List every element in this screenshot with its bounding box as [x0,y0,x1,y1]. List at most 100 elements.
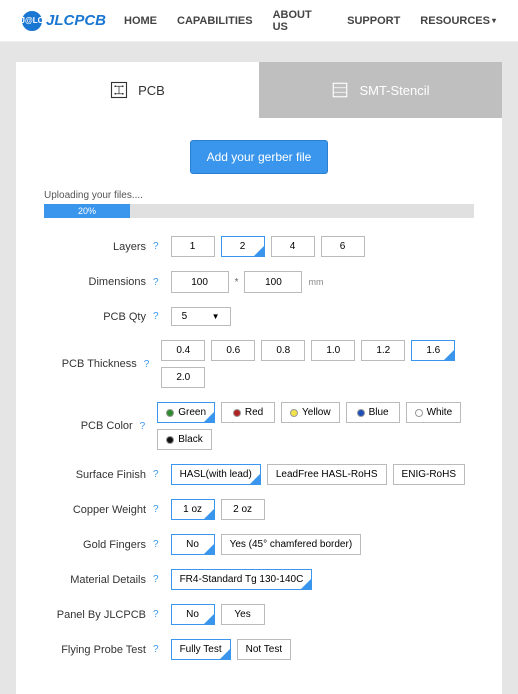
row-material: Material Details ? FR4-Standard Tg 130-1… [44,569,474,590]
option[interactable]: 1.6 [411,340,455,361]
tab-stencil[interactable]: SMT-Stencil [259,62,502,118]
copper-options: 1 oz 2 oz [171,499,265,520]
order-panel: PCB SMT-Stencil Add your gerber file Upl… [16,62,502,694]
row-copper: Copper Weight ? 1 oz 2 oz [44,499,474,520]
row-color: PCB Color ? GreenRedYellowBlueWhiteBlack [44,402,474,450]
help-icon[interactable]: ? [153,469,159,480]
upload-progress: Uploading your files.... 20% [44,190,474,218]
tab-pcb-label: PCB [138,83,165,98]
help-icon[interactable]: ? [140,421,146,432]
label-surface: Surface Finish [44,469,150,481]
add-gerber-button[interactable]: Add your gerber file [190,140,329,174]
option[interactable]: 1.2 [361,340,405,361]
help-icon[interactable]: ? [153,277,159,288]
help-icon[interactable]: ? [153,311,159,322]
pcb-icon [110,81,128,99]
surface-options: HASL(with lead) LeadFree HASL-RoHS ENIG-Ro… [171,464,465,485]
option-red[interactable]: Red [221,402,275,423]
row-dimensions: Dimensions ? * mm [44,271,474,293]
nav: HOME CAPABILITIES ABOUT US SUPPORT RESOU… [124,9,496,33]
label-thickness: PCB Thickness [44,358,141,370]
option[interactable]: HASL(with lead) [171,464,261,485]
logo[interactable]: J@LC JLCPCB [22,11,106,31]
label-copper: Copper Weight [44,504,150,516]
option-blue[interactable]: Blue [346,402,400,423]
option[interactable]: Yes [221,604,265,625]
option[interactable]: LeadFree HASL-RoHS [267,464,387,485]
option[interactable]: Not Test [237,639,292,660]
option[interactable]: 2.0 [161,367,205,388]
option[interactable]: 6 [321,236,365,257]
option[interactable]: 0.8 [261,340,305,361]
tabs: PCB SMT-Stencil [16,62,502,118]
chevron-down-icon: ▾ [492,16,496,25]
logo-icon: J@LC [22,11,42,31]
material-options: FR4-Standard Tg 130-140C [171,569,313,590]
color-swatch-icon [290,409,298,417]
option[interactable]: Yes (45° chamfered border) [221,534,362,555]
label-layers: Layers [44,241,150,253]
option[interactable]: 1.0 [311,340,355,361]
label-qty: PCB Qty [44,311,150,323]
option[interactable]: 4 [271,236,315,257]
brand-text: JLCPCB [46,12,106,29]
option-white[interactable]: White [406,402,462,423]
row-panel: Panel By JLCPCB ? No Yes [44,604,474,625]
progress-bar: 20% [44,204,474,218]
option[interactable]: ENIG-RoHS [393,464,465,485]
option[interactable]: 0.4 [161,340,205,361]
panel-options: No Yes [171,604,265,625]
option[interactable]: 1 oz [171,499,215,520]
row-surface: Surface Finish ? HASL(with lead) LeadFree… [44,464,474,485]
option[interactable]: FR4-Standard Tg 130-140C [171,569,313,590]
stencil-icon [331,81,349,99]
help-icon[interactable]: ? [153,241,159,252]
nav-home[interactable]: HOME [124,9,157,33]
nav-resources[interactable]: RESOURCES ▾ [420,9,496,33]
tab-stencil-label: SMT-Stencil [359,83,429,98]
option-black[interactable]: Black [157,429,211,450]
uploading-text: Uploading your files.... [44,190,474,201]
row-probe: Flying Probe Test ? Fully Test Not Test [44,639,474,660]
nav-about[interactable]: ABOUT US [273,9,328,33]
option[interactable]: 2 oz [221,499,265,520]
order-form: Layers ? 1246 Dimensions ? * mm PCB Qty … [16,236,502,660]
label-material: Material Details [44,574,150,586]
help-icon[interactable]: ? [153,644,159,655]
help-icon[interactable]: ? [153,539,159,550]
help-icon[interactable]: ? [153,609,159,620]
option[interactable]: No [171,534,215,555]
option-green[interactable]: Green [157,402,215,423]
progress-fill: 20% [44,204,130,218]
option[interactable]: 1 [171,236,215,257]
help-icon[interactable]: ? [153,504,159,515]
thickness-options: 0.4 0.6 0.8 1.0 1.2 1.6 2.0 [161,340,474,388]
option[interactable]: No [171,604,215,625]
topbar: J@LC JLCPCB HOME CAPABILITIES ABOUT US S… [0,0,518,42]
label-dimensions: Dimensions [44,276,150,288]
nav-support[interactable]: SUPPORT [347,9,400,33]
help-icon[interactable]: ? [153,574,159,585]
option[interactable]: 2 [221,236,265,257]
tab-pcb[interactable]: PCB [16,62,259,118]
row-qty: PCB Qty ? 5 ▼ [44,307,474,326]
help-icon[interactable]: ? [144,359,150,370]
gold-options: No Yes (45° chamfered border) [171,534,362,555]
label-gold: Gold Fingers [44,539,150,551]
color-swatch-icon [166,436,174,444]
label-panel: Panel By JLCPCB [44,609,150,621]
chevron-down-icon: ▼ [212,312,220,321]
qty-value: 5 [182,311,188,322]
color-swatch-icon [415,409,423,417]
color-swatch-icon [166,409,174,417]
label-probe: Flying Probe Test [44,644,150,656]
option-yellow[interactable]: Yellow [281,402,340,423]
option[interactable]: Fully Test [171,639,231,660]
dimension-height-input[interactable] [244,271,302,293]
qty-select[interactable]: 5 ▼ [171,307,231,326]
dimension-width-input[interactable] [171,271,229,293]
layers-options: 1246 [171,236,365,257]
nav-capabilities[interactable]: CAPABILITIES [177,9,253,33]
color-options: Green Red Yellow Blue White Black [157,402,474,450]
option[interactable]: 0.6 [211,340,255,361]
